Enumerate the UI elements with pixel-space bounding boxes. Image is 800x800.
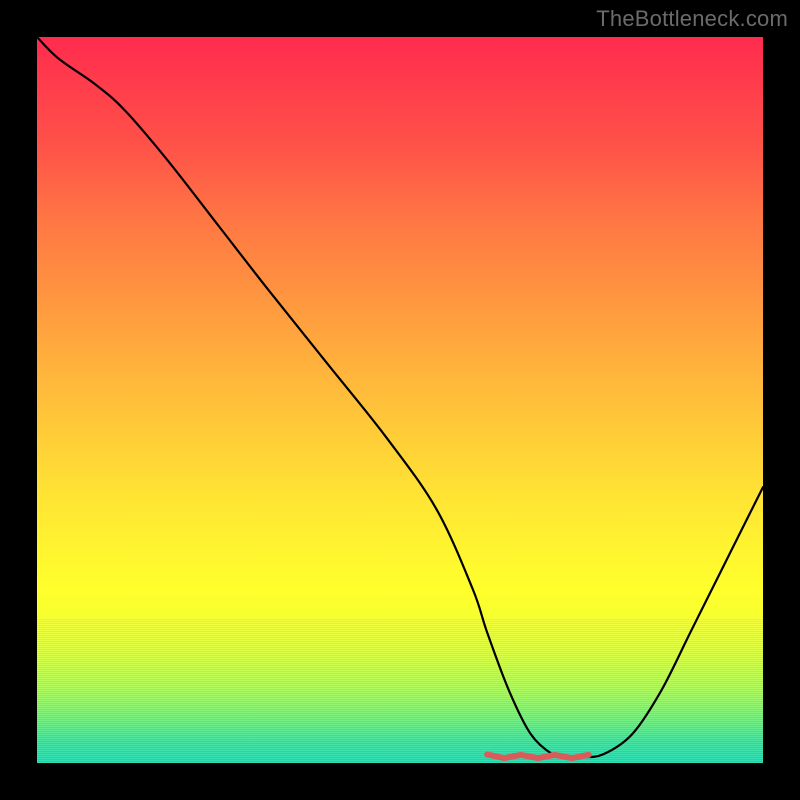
plot-area (37, 37, 763, 763)
curve-layer (37, 37, 763, 763)
watermark-text: TheBottleneck.com (596, 6, 788, 32)
bottleneck-curve (37, 37, 763, 758)
chart-frame: TheBottleneck.com (0, 0, 800, 800)
minimum-flat-marker (487, 754, 589, 758)
